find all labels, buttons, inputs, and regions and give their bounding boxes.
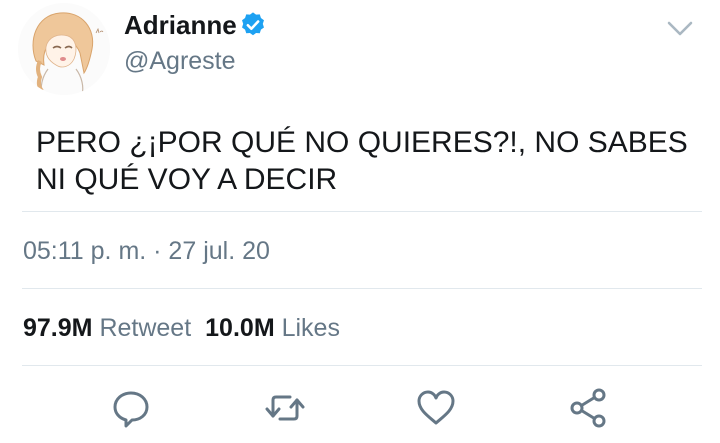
likes-label: Likes bbox=[281, 314, 340, 342]
retweets-count: 97.9M bbox=[23, 314, 93, 342]
avatar-illustration-icon bbox=[18, 3, 110, 95]
user-handle[interactable]: @Agreste bbox=[124, 46, 236, 76]
divider bbox=[22, 211, 702, 212]
retweet-icon[interactable] bbox=[263, 386, 307, 430]
likes-count: 10.0M bbox=[205, 314, 275, 342]
avatar[interactable] bbox=[18, 3, 110, 95]
retweets-label: Retweet bbox=[99, 314, 192, 342]
likes-stat[interactable]: 10.0M Likes bbox=[205, 313, 340, 343]
tweet-timestamp[interactable]: 05:11 p. m. · 27 jul. 20 bbox=[23, 236, 270, 266]
divider bbox=[22, 365, 702, 366]
divider bbox=[22, 288, 702, 289]
retweets-stat[interactable]: 97.9M Retweet bbox=[23, 313, 191, 343]
chevron-down-icon[interactable] bbox=[664, 16, 696, 42]
share-icon[interactable] bbox=[567, 386, 611, 430]
like-icon[interactable] bbox=[414, 386, 458, 430]
display-name[interactable]: Adrianne bbox=[124, 10, 237, 40]
reply-icon[interactable] bbox=[109, 386, 153, 430]
tweet-stats: 97.9M Retweet 10.0M Likes bbox=[23, 313, 340, 343]
tweet-card: Adrianne @Agreste PERO ¿¡POR QUÉ NO QUIE… bbox=[0, 0, 720, 443]
tweet-text: PERO ¿¡POR QUÉ NO QUIERES?!, NO SABES NI… bbox=[36, 126, 688, 196]
verified-badge-icon bbox=[242, 12, 264, 36]
